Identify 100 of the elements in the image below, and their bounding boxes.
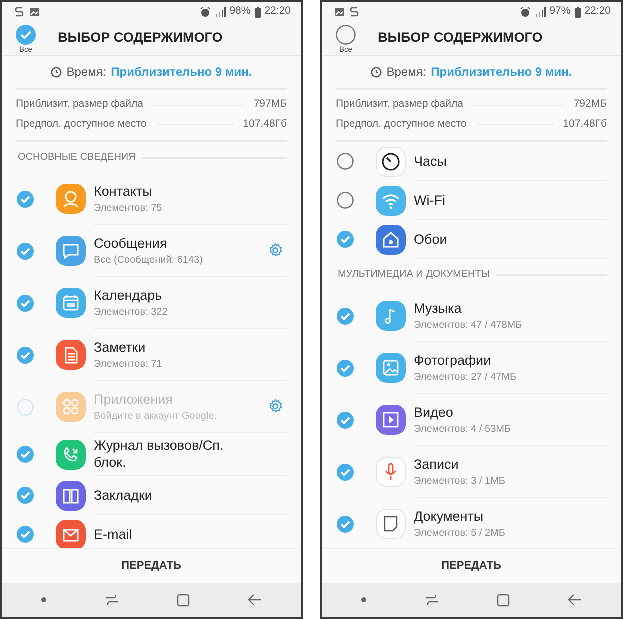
info-label: Приблизит. размер файла: [336, 97, 464, 112]
battery-icon: [574, 6, 581, 18]
s-logo-icon: [14, 6, 25, 18]
item-subtitle: Войдите в аккаунт Google.: [94, 410, 218, 422]
section-header: ОСНОВНЫЕ СВЕДЕНИЯ: [18, 151, 136, 165]
settings-icon[interactable]: [268, 243, 283, 258]
image-icon: [29, 6, 40, 18]
dot-icon[interactable]: [361, 597, 367, 603]
envelope-icon: [56, 520, 86, 548]
item-subtitle: Элементов: 322: [94, 306, 169, 318]
time-estimate: Приблизительно 9 мин.: [431, 64, 572, 81]
item-checkbox[interactable]: [16, 346, 34, 364]
item-title: Часы: [414, 152, 448, 170]
book-icon: [56, 480, 86, 510]
grid-icon: [56, 392, 86, 422]
person-icon: [56, 184, 86, 214]
picture-icon: [376, 353, 406, 383]
item-checkbox[interactable]: [16, 446, 34, 463]
info-value: 107,48Гб: [243, 117, 287, 132]
calendar-icon: [56, 288, 86, 318]
item-subtitle: Элементов: 75: [94, 202, 164, 214]
screen-title: ВЫБОР СОДЕРЖИМОГО: [58, 29, 223, 48]
alarm-icon: [520, 6, 531, 18]
item-title: Видео: [414, 404, 454, 420]
select-all-checkbox[interactable]: [16, 25, 36, 45]
back-icon[interactable]: [248, 594, 262, 606]
clock-time: 22:20: [584, 4, 611, 20]
microphone-icon: [376, 457, 406, 487]
time-label: Время:: [386, 64, 426, 81]
item-checkbox[interactable]: [16, 294, 34, 312]
signal-icon: [214, 7, 226, 17]
select-all-checkbox[interactable]: [336, 25, 356, 45]
item-title: Фотографии: [414, 352, 492, 368]
item-subtitle: Элементов: 47 / 478МБ: [414, 318, 524, 332]
section-header: МУЛЬТИМЕДИА И ДОКУМЕНТЫ: [338, 268, 490, 282]
item-title: Закладки: [94, 486, 154, 504]
clock-icon: [376, 146, 406, 176]
battery-percent: 98%: [230, 4, 251, 20]
item-title: Обои: [414, 230, 448, 248]
item-title: E-mail: [94, 526, 134, 542]
info-value: 797МБ: [254, 97, 287, 112]
clock-icon: [370, 66, 382, 78]
info-label: Предпол. доступное место: [16, 117, 147, 132]
recent-apps-icon[interactable]: [425, 594, 439, 606]
signal-icon: [534, 7, 546, 17]
item-checkbox[interactable]: [16, 190, 34, 208]
document-icon: [376, 509, 406, 539]
chat-bubble-icon: [56, 236, 86, 266]
item-subtitle: Элементов: 27 / 47МБ: [414, 370, 518, 384]
item-subtitle: Элементов: 3 / 1МБ: [414, 474, 506, 488]
item-title: Музыка: [414, 300, 463, 316]
item-checkbox[interactable]: [16, 487, 34, 504]
info-label: Приблизит. размер файла: [16, 97, 144, 112]
item-title: Контакты: [94, 182, 154, 200]
phone-icon: [56, 440, 86, 470]
item-checkbox[interactable]: [336, 360, 354, 376]
screen-title: ВЫБОР СОДЕРЖИМОГО: [378, 29, 543, 48]
time-estimate: Приблизительно 9 мин.: [111, 64, 252, 81]
time-label: Время:: [66, 64, 106, 81]
item-checkbox[interactable]: [336, 231, 354, 248]
image-icon: [334, 6, 345, 18]
wifi-icon: [376, 186, 406, 216]
info-value: 107,48Гб: [563, 117, 607, 132]
house-icon: [376, 224, 406, 254]
video-icon: [376, 405, 406, 435]
item-checkbox[interactable]: [336, 516, 354, 532]
item-subtitle: Элементов: 4 / 53МБ: [414, 422, 512, 436]
item-title: Записи: [414, 456, 460, 472]
back-icon[interactable]: [568, 594, 582, 606]
home-icon[interactable]: [497, 594, 510, 606]
item-checkbox[interactable]: [16, 242, 34, 260]
item-subtitle: Элементов: 5 / 2МБ: [414, 526, 506, 540]
item-checkbox[interactable]: [336, 412, 354, 428]
dot-icon[interactable]: [41, 597, 47, 603]
battery-percent: 97%: [550, 4, 571, 20]
item-checkbox[interactable]: [336, 153, 354, 170]
item-title: Журнал вызовов/Сп. блок.: [94, 437, 225, 471]
alarm-icon: [200, 6, 211, 18]
battery-icon: [254, 6, 261, 18]
clock-icon: [50, 66, 62, 78]
item-subtitle: Элементов: 71: [94, 358, 164, 370]
music-note-icon: [376, 301, 406, 331]
item-checkbox[interactable]: [336, 308, 354, 324]
item-subtitle: Все (Сообщений: 6143): [94, 254, 204, 266]
item-title: Календарь: [94, 286, 164, 304]
s-logo-icon: [349, 6, 360, 18]
recent-apps-icon[interactable]: [105, 594, 119, 606]
item-title: Сообщения: [94, 234, 168, 252]
item-title: Wi-Fi: [414, 192, 446, 208]
item-checkbox[interactable]: [336, 464, 354, 480]
info-label: Предпол. доступное место: [336, 117, 467, 132]
document-icon: [56, 340, 86, 370]
home-icon[interactable]: [177, 594, 190, 606]
item-checkbox[interactable]: [16, 526, 34, 543]
item-title: Документы: [414, 508, 485, 524]
clock-time: 22:20: [264, 4, 291, 20]
item-title: Приложения: [94, 390, 174, 408]
info-value: 792МБ: [574, 97, 607, 112]
item-title: Заметки: [94, 338, 147, 356]
item-checkbox[interactable]: [336, 192, 354, 209]
